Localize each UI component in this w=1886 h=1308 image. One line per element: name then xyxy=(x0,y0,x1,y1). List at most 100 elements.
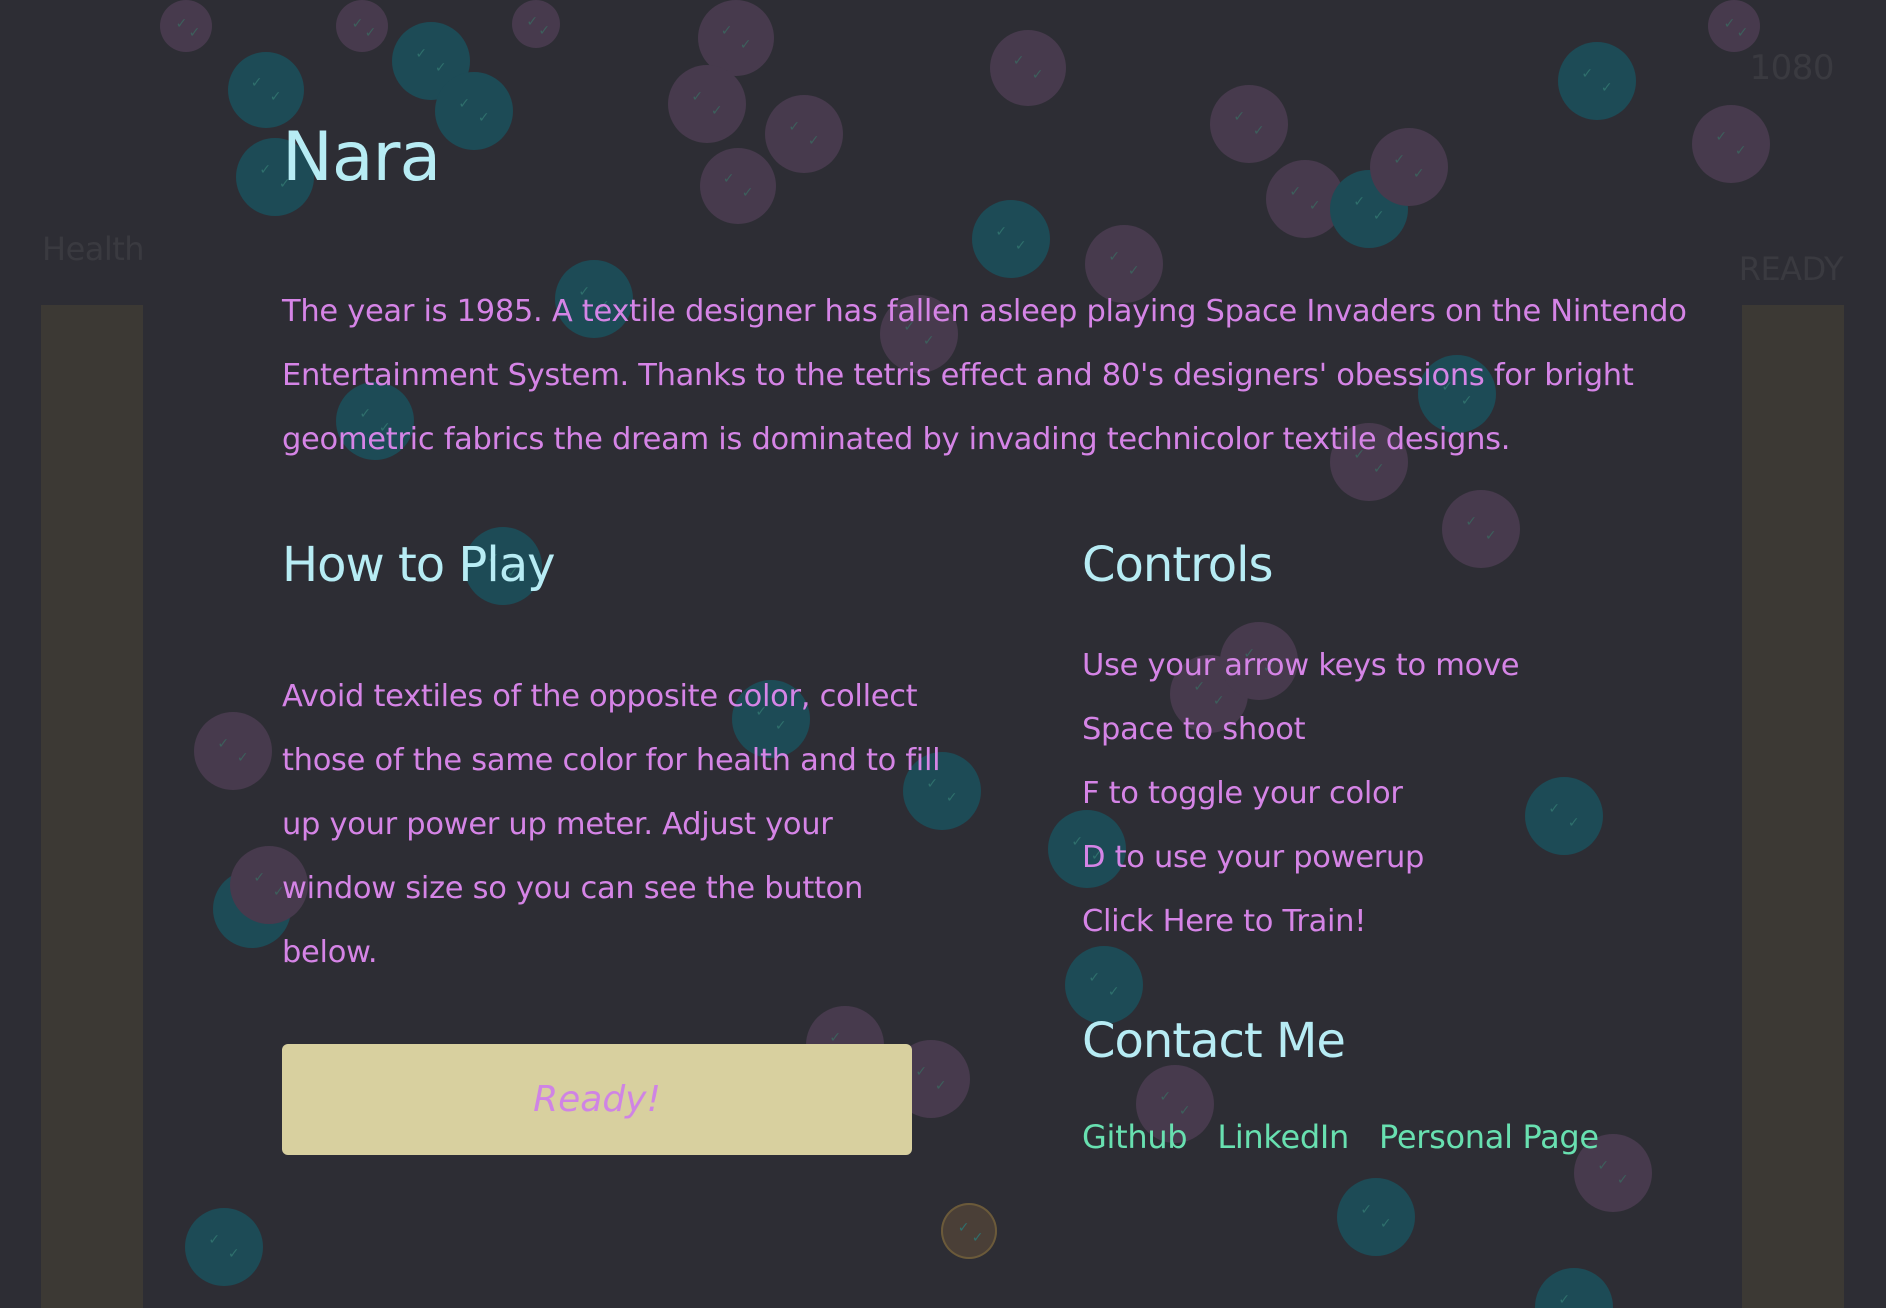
textile-pattern-icon: ✓ xyxy=(710,103,723,119)
textile-pattern-icon: ✓ xyxy=(236,750,249,766)
game-stage: ✓ ✓ ✓ ✓ ✓ ✓ ✓ ✓ ✓ ✓ ✓ ✓ ✓ ✓ ✓ ✓ ✓ ✓ ✓ ✓ ✓ ✓ ✓ ✓ ✓ ✓ ✓ ✓ ✓ ✓ ✓ ✓ ✓ ✓ ✓ ✓ ✓ ✓ ✓ ✓… xyxy=(0,0,1886,1308)
control-move: Use your arrow keys to move xyxy=(1082,648,1520,683)
textile-pattern-icon: ✓ xyxy=(1600,80,1613,96)
personal-page-link[interactable]: Personal Page xyxy=(1379,1118,1599,1156)
textile-pattern-icon: ✓ xyxy=(1558,1291,1571,1308)
contact-heading: Contact Me xyxy=(1082,1013,1346,1069)
textile-pattern-icon: ✓ xyxy=(217,735,230,752)
score-readout: 1080 xyxy=(1749,48,1834,88)
textile-sprite: ✓✓ xyxy=(990,30,1066,106)
textile-sprite: ✓✓ xyxy=(765,95,843,173)
textile-pattern-icon: ✓ xyxy=(351,15,364,32)
textile-sprite: ✓✓ xyxy=(1692,105,1770,183)
textile-pattern-icon: ✓ xyxy=(1723,15,1736,32)
textile-pattern-icon: ✓ xyxy=(1308,198,1321,214)
textile-pattern-icon: ✓ xyxy=(1465,513,1478,530)
textile-pattern-icon: ✓ xyxy=(788,118,801,135)
textile-pattern-icon: ✓ xyxy=(1360,1201,1373,1218)
textile-sprite: ✓✓ xyxy=(336,0,388,52)
textile-pattern-icon: ✓ xyxy=(957,1219,970,1236)
textile-pattern-icon: ✓ xyxy=(227,1246,240,1262)
health-label: Health xyxy=(42,230,145,268)
textile-pattern-icon: ✓ xyxy=(1379,1216,1392,1232)
contact-links: Github LinkedIn Personal Page xyxy=(1082,1118,1599,1156)
textile-pattern-icon: ✓ xyxy=(1289,183,1302,200)
textile-pattern-icon: ✓ xyxy=(1372,208,1385,224)
game-title: Nara xyxy=(282,118,441,197)
textile-pattern-icon: ✓ xyxy=(1412,166,1425,182)
textile-sprite: ✓✓ xyxy=(1535,1268,1613,1308)
textile-pattern-icon: ✓ xyxy=(1012,53,1025,70)
textile-pattern-icon: ✓ xyxy=(1548,800,1561,817)
textile-sprite: ✓✓ xyxy=(185,1208,263,1286)
textile-pattern-icon: ✓ xyxy=(1616,1172,1629,1188)
controls-list: Use your arrow keys to move Space to sho… xyxy=(1082,634,1520,954)
textile-pattern-icon: ✓ xyxy=(971,1230,984,1246)
textile-pattern-icon: ✓ xyxy=(259,161,272,178)
control-shoot: Space to shoot xyxy=(1082,712,1306,747)
textile-pattern-icon: ✓ xyxy=(1597,1157,1610,1174)
textile-pattern-icon: ✓ xyxy=(1127,263,1140,279)
textile-pattern-icon: ✓ xyxy=(458,95,471,112)
powerup-meter xyxy=(1742,305,1844,1308)
textile-pattern-icon: ✓ xyxy=(1233,108,1246,125)
intro-text: The year is 1985. A textile designer has… xyxy=(282,294,1687,457)
powerup-status-label: READY xyxy=(1738,250,1844,288)
ready-button[interactable]: Ready! xyxy=(282,1044,912,1155)
textile-pattern-icon: ✓ xyxy=(250,75,263,92)
textile-pattern-icon: ✓ xyxy=(691,88,704,105)
textile-pattern-icon: ✓ xyxy=(434,60,447,76)
textile-pattern-icon: ✓ xyxy=(1734,143,1747,159)
textile-pattern-icon: ✓ xyxy=(188,25,201,41)
textile-pattern-icon: ✓ xyxy=(1736,25,1749,41)
textile-sprite: ✓✓ xyxy=(1558,42,1636,120)
linkedin-link[interactable]: LinkedIn xyxy=(1217,1118,1349,1156)
textile-pattern-icon: ✓ xyxy=(739,37,752,53)
textile-pattern-icon: ✓ xyxy=(995,223,1008,240)
textile-pattern-icon: ✓ xyxy=(1252,123,1265,139)
textile-pattern-icon: ✓ xyxy=(364,25,377,41)
textile-pattern-icon: ✓ xyxy=(1031,67,1044,83)
textile-pattern-icon: ✓ xyxy=(1159,1088,1172,1105)
textile-pattern-icon: ✓ xyxy=(208,1231,221,1248)
textile-sprite: ✓✓ xyxy=(435,72,513,150)
textile-pattern-icon: ✓ xyxy=(1178,1103,1191,1119)
textile-pattern-icon: ✓ xyxy=(269,89,282,105)
textile-sprite: ✓✓ xyxy=(1708,0,1760,52)
textile-sprite: ✓✓ xyxy=(941,1203,997,1259)
textile-pattern-icon: ✓ xyxy=(1088,969,1101,986)
textile-sprite: ✓✓ xyxy=(228,52,304,128)
textile-sprite: ✓✓ xyxy=(668,65,746,143)
textile-pattern-icon: ✓ xyxy=(945,790,958,806)
textile-pattern-icon: ✓ xyxy=(1567,815,1580,831)
textile-sprite: ✓✓ xyxy=(1210,85,1288,163)
textile-sprite: ✓✓ xyxy=(1442,490,1520,568)
textile-pattern-icon: ✓ xyxy=(807,133,820,149)
textile-pattern-icon: ✓ xyxy=(1581,65,1594,82)
control-toggle-color: F to toggle your color xyxy=(1082,776,1403,811)
textile-pattern-icon: ✓ xyxy=(720,23,733,40)
textile-pattern-icon: ✓ xyxy=(1393,151,1406,168)
health-meter xyxy=(41,305,143,1308)
textile-sprite: ✓✓ xyxy=(1525,777,1603,855)
controls-heading: Controls xyxy=(1082,537,1274,593)
textile-pattern-icon: ✓ xyxy=(538,23,551,39)
how-to-play-text: Avoid textiles of the opposite color, co… xyxy=(282,679,941,970)
textile-pattern-icon: ✓ xyxy=(477,110,490,126)
textile-pattern-icon: ✓ xyxy=(1108,248,1121,265)
how-to-play-heading: How to Play xyxy=(282,537,556,593)
github-link[interactable]: Github xyxy=(1082,1118,1188,1156)
textile-pattern-icon: ✓ xyxy=(526,14,539,31)
textile-pattern-icon: ✓ xyxy=(915,1063,928,1080)
textile-pattern-icon: ✓ xyxy=(1014,238,1027,254)
textile-pattern-icon: ✓ xyxy=(1353,193,1366,210)
textile-pattern-icon: ✓ xyxy=(253,869,266,886)
train-link[interactable]: Click Here to Train! xyxy=(1082,890,1519,954)
textile-sprite: ✓✓ xyxy=(700,148,776,224)
textile-pattern-icon: ✓ xyxy=(1484,528,1497,544)
textile-sprite: ✓✓ xyxy=(160,0,212,52)
textile-pattern-icon: ✓ xyxy=(175,15,188,32)
textile-sprite: ✓✓ xyxy=(1337,1178,1415,1256)
textile-sprite: ✓✓ xyxy=(972,200,1050,278)
textile-pattern-icon: ✓ xyxy=(722,171,735,188)
